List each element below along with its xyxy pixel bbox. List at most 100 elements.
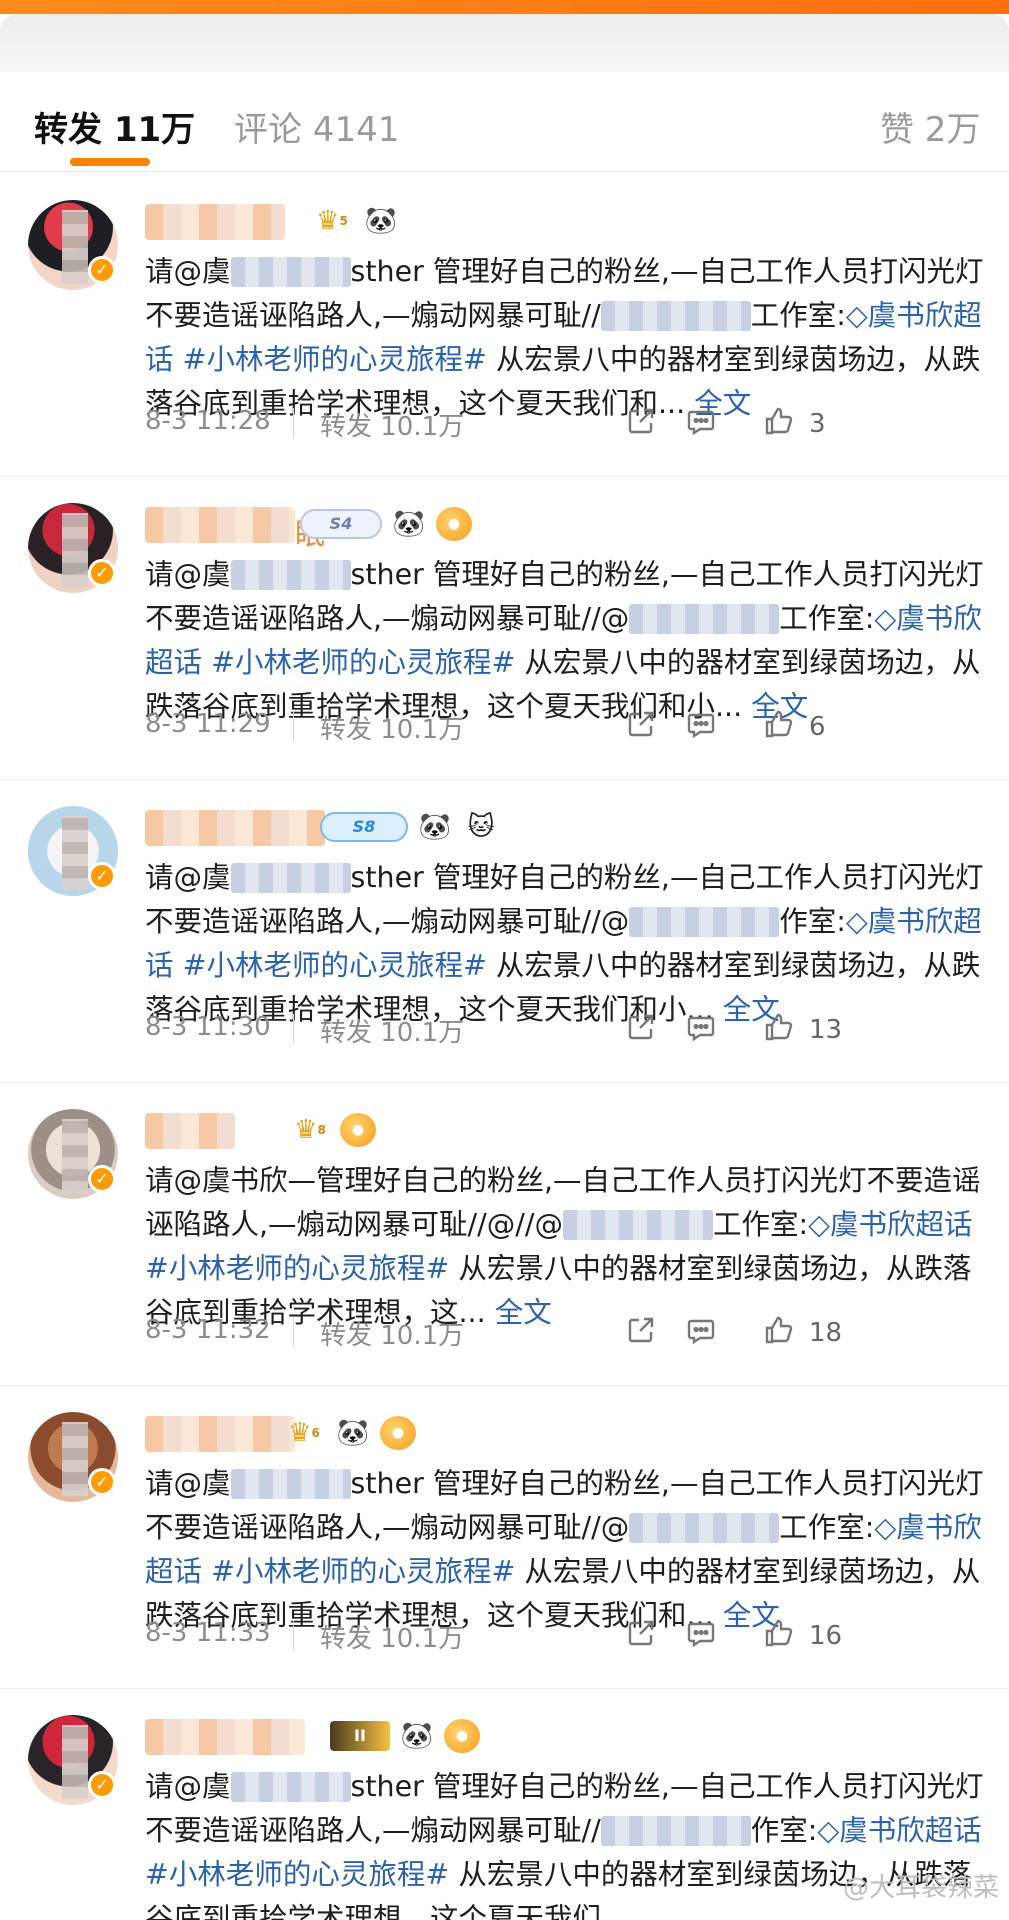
verified-badge-icon: ✓ xyxy=(88,1468,116,1496)
repost-text: 请@虞书欣—管理好自己的粉丝,—自己工作人员打闪光灯不要造谣诬陷路人,—煽动网暴… xyxy=(145,1159,995,1335)
mention-mosaic xyxy=(230,560,351,590)
share-button[interactable] xyxy=(625,1010,657,1050)
comment-icon xyxy=(685,1617,717,1656)
post-time: 8-3 11:30 xyxy=(145,1012,271,1042)
rank-badge-icon: II xyxy=(330,1721,390,1751)
cat-icon: 🐱 xyxy=(467,812,495,842)
repost-count: 转发 10.1万 xyxy=(320,1624,465,1654)
panda-icon: 🐼 xyxy=(336,1418,370,1448)
share-button[interactable] xyxy=(625,1616,657,1656)
comment-button[interactable] xyxy=(685,1313,717,1353)
share-button[interactable] xyxy=(625,1313,657,1353)
post-meta: 8-3 11:32 转发 10.1万 18 xyxy=(145,1313,995,1353)
like-button[interactable]: 6 xyxy=(763,707,826,747)
original-author-tail[interactable]: 作室: xyxy=(751,1814,818,1847)
tab-comment[interactable]: 评论 4141 xyxy=(234,102,399,151)
repost-item[interactable]: ✓眠S4🐼●请@虞sther 管理好自己的粉丝,—自己工作人员打闪光灯不要造谣诬… xyxy=(0,477,1009,780)
mention-mosaic xyxy=(230,1469,351,1499)
username-mosaic[interactable] xyxy=(145,1719,305,1755)
post-time: 8-3 11:33 xyxy=(145,1618,271,1648)
post-time: 8-3 11:28 xyxy=(145,406,271,436)
mention-text[interactable]: 请@虞 xyxy=(145,255,231,288)
share-icon xyxy=(625,1011,657,1050)
user-badges: S4 🐼 ● xyxy=(300,505,472,543)
mention-text[interactable]: 请@虞 xyxy=(145,861,231,894)
share-button[interactable] xyxy=(625,707,657,747)
user-badges: ♛ 6 🐼 ● xyxy=(282,1414,416,1452)
post-meta: 8-3 11:33 转发 10.1万 16 xyxy=(145,1616,995,1656)
like-count: 6 xyxy=(809,712,826,742)
post-time: 8-3 11:32 xyxy=(145,1315,271,1345)
original-author-tail[interactable]: 工作室: xyxy=(751,299,846,332)
mention-text[interactable]: 请@虞 xyxy=(145,558,231,591)
top-accent-bar xyxy=(0,0,1009,14)
username-mosaic[interactable] xyxy=(145,1113,235,1149)
watermark: @大耳袋辣菜 xyxy=(842,1873,999,1903)
mention-text[interactable]: 请@虞 xyxy=(145,1770,231,1803)
username-mosaic[interactable] xyxy=(145,204,285,240)
mention-text[interactable]: 请@虞 xyxy=(145,1467,231,1500)
mention-mosaic xyxy=(230,257,351,287)
username-mosaic[interactable] xyxy=(145,810,325,846)
post-meta: 8-3 11:28 转发 10.1万 3 xyxy=(145,404,995,444)
meta-divider xyxy=(293,1317,294,1347)
original-author-tail[interactable]: 工作室: xyxy=(779,1511,874,1544)
avatar-mosaic xyxy=(62,1725,88,1799)
mention-mosaic xyxy=(230,863,351,893)
like-button[interactable]: 18 xyxy=(763,1313,842,1353)
tab-like[interactable]: 赞 2万 xyxy=(880,102,980,151)
hashtag-link[interactable]: #小林老师的心灵旅程# xyxy=(183,949,487,982)
repost-item[interactable]: ✓ ♛ 6 🐼 ● 请@虞 sther 管理好自己的粉丝,—自己工作人员打闪光灯不要造谣诬陷… xyxy=(0,1386,1009,1689)
post-meta: 8-3 11:30 转发 10.1万 13 xyxy=(145,1010,995,1050)
pufferfish-icon: ● xyxy=(444,1719,480,1753)
share-icon xyxy=(625,1617,657,1656)
user-badges: ♛ 5 🐼 xyxy=(310,202,400,240)
like-button[interactable]: 13 xyxy=(763,1010,842,1050)
meta-divider xyxy=(293,1014,294,1044)
crown-badge-icon: ♛ 6 xyxy=(288,1418,320,1448)
verified-badge-icon: ✓ xyxy=(88,862,116,890)
meta-divider xyxy=(293,1620,294,1650)
post-time: 8-3 11:29 xyxy=(145,709,271,739)
supertopic-link[interactable]: ◇虞书欣超话 xyxy=(808,1208,972,1241)
panda-icon: 🐼 xyxy=(364,206,398,236)
hashtag-link[interactable]: #小林老师的心灵旅程# xyxy=(183,343,487,376)
repost-item[interactable]: ✓ S8 🐼 🐱 请@虞 sther 管理好自己的粉丝,—自己工作人员打闪光灯不要造谣诬陷… xyxy=(0,780,1009,1083)
comment-icon xyxy=(685,1011,717,1050)
share-icon xyxy=(625,405,657,444)
username-mosaic[interactable] xyxy=(145,507,295,543)
header-shade xyxy=(0,14,1009,72)
meta-divider xyxy=(293,408,294,438)
repost-item[interactable]: ✓ ♛ 8 ● 请@虞书欣—管理好自己的粉丝,—自己工作人员打闪光灯不要造谣诬陷路人,—… xyxy=(0,1083,1009,1386)
hashtag-link[interactable]: #小林老师的心灵旅程# xyxy=(145,1858,449,1891)
share-button[interactable] xyxy=(625,404,657,444)
like-button[interactable]: 16 xyxy=(763,1616,842,1656)
comment-button[interactable] xyxy=(685,404,717,444)
avatar-mosaic xyxy=(62,816,88,890)
original-author-mosaic xyxy=(600,301,751,331)
pufferfish-icon: ● xyxy=(436,507,472,541)
original-author-tail[interactable]: 工作室: xyxy=(779,602,874,635)
like-button[interactable]: 3 xyxy=(763,404,826,444)
original-author-mosaic xyxy=(629,1513,780,1543)
hashtag-link[interactable]: #小林老师的心灵旅程# xyxy=(211,646,515,679)
supertopic-link[interactable]: ◇虞书欣超话 xyxy=(817,1814,981,1847)
comment-icon xyxy=(685,1314,717,1353)
hashtag-link[interactable]: #小林老师的心灵旅程# xyxy=(145,1252,449,1285)
username-mosaic[interactable] xyxy=(145,1416,295,1452)
original-author-mosaic xyxy=(629,604,780,634)
comment-button[interactable] xyxy=(685,1010,717,1050)
tab-repost[interactable]: 转发 11万 xyxy=(34,102,195,151)
thumbs-up-icon xyxy=(763,708,795,747)
like-count: 3 xyxy=(809,409,826,439)
level-badge-icon: S8 xyxy=(320,812,408,842)
repost-text: 请@虞 sther 管理好自己的粉丝,—自己工作人员打闪光灯不要造谣诬陷路人,—煽… xyxy=(145,1462,995,1638)
hashtag-link[interactable]: #小林老师的心灵旅程# xyxy=(211,1555,515,1588)
comment-button[interactable] xyxy=(685,707,717,747)
avatar-mosaic xyxy=(62,1422,88,1496)
comment-button[interactable] xyxy=(685,1616,717,1656)
original-author-tail[interactable]: 作室: xyxy=(779,905,846,938)
repost-item[interactable]: ✓ ♛ 5 🐼 请@虞 sther 管理好自己的粉丝,—自己工作人员打闪光灯不要造谣诬陷路… xyxy=(0,174,1009,477)
original-author-tail[interactable]: 工作室: xyxy=(713,1208,808,1241)
thumbs-up-icon xyxy=(763,1617,795,1656)
